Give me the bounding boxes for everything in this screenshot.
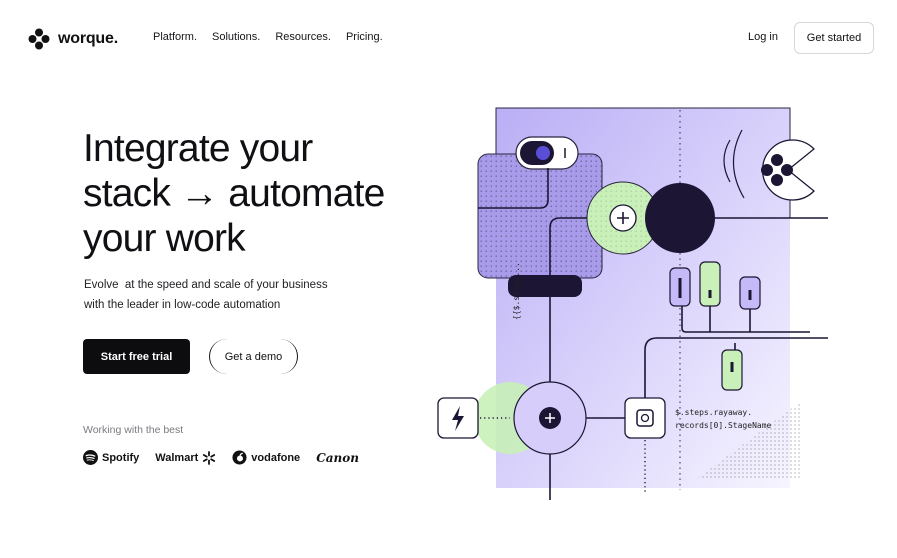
logo[interactable]: worque. — [28, 28, 118, 50]
partners-label: Working with the best — [83, 424, 184, 436]
main-nav: Platform. Solutions. Resources. Pricing. — [153, 31, 383, 43]
vodafone-logo: vodafone — [232, 450, 300, 465]
brand-name: worque. — [58, 30, 118, 47]
hero-title: Integrate your stack → automate your wor… — [83, 126, 423, 261]
vodafone-label: vodafone — [251, 451, 301, 464]
start-free-trial-button[interactable]: Start free trial — [83, 339, 190, 374]
plus-node-bottom — [474, 381, 587, 455]
logo-mark-icon — [28, 28, 50, 50]
hero-subtitle: Evolve at the speed and scale of your bu… — [84, 275, 384, 315]
walmart-spark-icon — [203, 450, 216, 465]
toggle-switch — [515, 136, 579, 170]
partner-logos: Spotify Walmart vodafone Canon — [83, 450, 359, 465]
spotify-logo: Spotify — [83, 450, 139, 465]
canon-label: Canon — [316, 450, 359, 465]
walmart-label: Walmart — [155, 451, 199, 464]
get-started-button[interactable]: Get started — [794, 22, 874, 54]
code-line-2: records[0].StageName — [675, 421, 772, 430]
get-demo-button[interactable]: Get a demo — [209, 339, 298, 374]
hero-title-line-1: Integrate your — [83, 127, 313, 170]
hero-subtitle-line-1: Evolve at the speed and scale of your bu… — [84, 279, 328, 291]
login-link[interactable]: Log in — [748, 31, 778, 43]
hero-subtitle-line-2: with the leader in low-code automation — [84, 299, 281, 311]
code-vertical: {{$.steps... — [512, 262, 521, 320]
workflow-illustration — [437, 107, 828, 500]
vodafone-icon — [232, 450, 247, 465]
nav-item-solutions[interactable]: Solutions. — [212, 31, 260, 43]
nav-item-platform[interactable]: Platform. — [153, 31, 197, 43]
canon-logo: Canon — [316, 451, 359, 465]
spotify-label: Spotify — [102, 451, 140, 464]
hero-title-line-3: your work — [83, 217, 246, 260]
walmart-logo: Walmart — [155, 450, 216, 465]
hero-title-line-2: stack → automate — [83, 172, 385, 215]
code-line-1: $.steps.rayaway. — [675, 408, 753, 417]
nav-item-resources[interactable]: Resources. — [275, 31, 331, 43]
code-snippet: $.steps.rayaway. records[0].StageName — [675, 406, 771, 432]
nav-item-pricing[interactable]: Pricing. — [346, 31, 383, 43]
spotify-icon — [83, 450, 98, 465]
dark-circle — [645, 183, 715, 253]
